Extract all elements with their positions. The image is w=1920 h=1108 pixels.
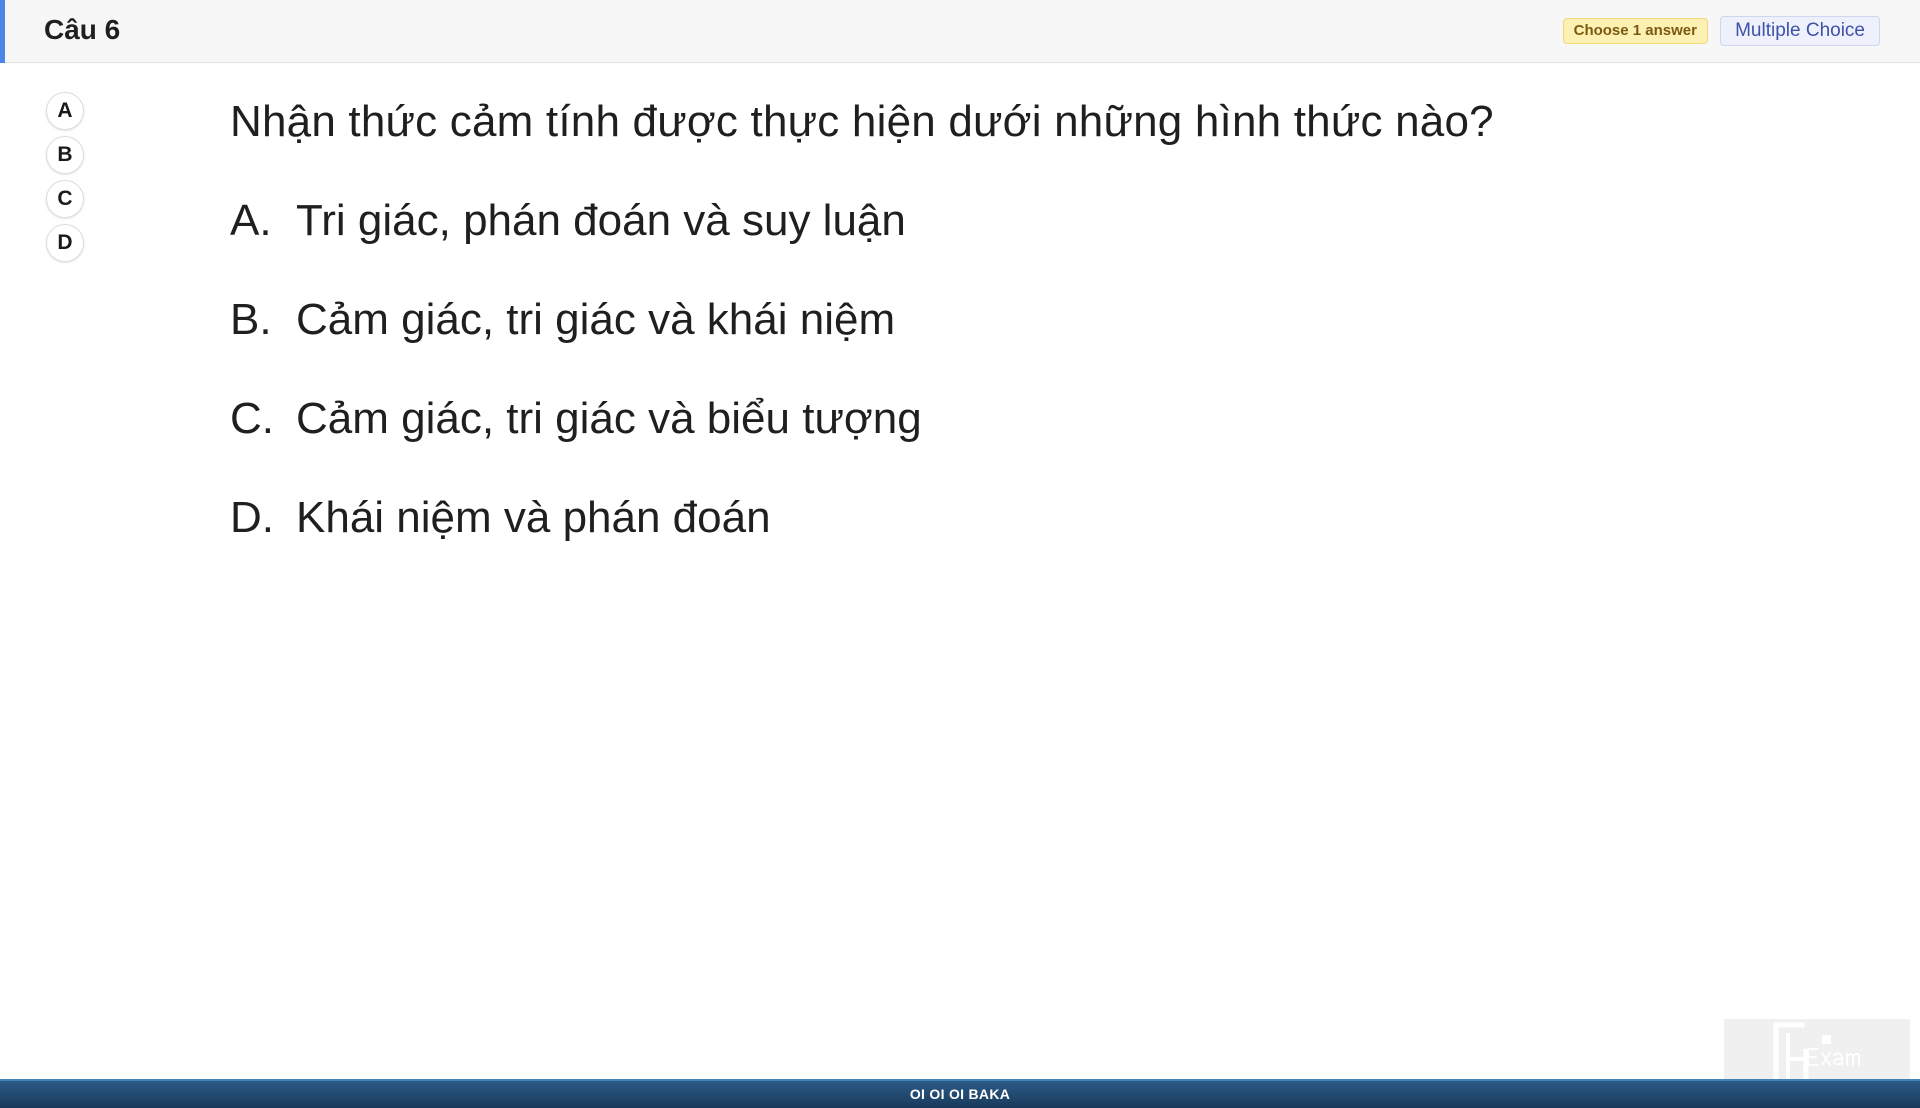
question-image: Nhận thức cảm tính được thực hiện dưới n… xyxy=(230,92,1530,548)
question-type-badge: Multiple Choice xyxy=(1720,16,1880,46)
choice-d-letter: D. xyxy=(230,493,274,542)
exam-page: Câu 6 Choose 1 answer Multiple Choice A … xyxy=(0,0,1920,1108)
answer-selector: A B C D xyxy=(46,92,86,268)
question-number: Câu 6 xyxy=(44,14,121,45)
choice-c-letter: C. xyxy=(230,394,274,443)
footer-bar: OI OI OI BAKA xyxy=(0,1079,1920,1108)
choice-d-text: Khái niệm và phán đoán xyxy=(296,493,771,542)
choice-b-letter: B. xyxy=(230,295,272,344)
answer-option-d[interactable]: D xyxy=(46,224,84,262)
choice-a-letter: A. xyxy=(230,196,272,245)
choice-c-text: Cảm giác, tri giác và biểu tượng xyxy=(296,394,922,443)
choice-d: D. Khái niệm và phán đoán xyxy=(230,488,1530,548)
choose-answer-badge: Choose 1 answer xyxy=(1562,18,1708,44)
question-text: Nhận thức cảm tính được thực hiện dưới n… xyxy=(230,97,1494,146)
question-header: Câu 6 Choose 1 answer Multiple Choice xyxy=(0,0,1920,63)
answer-option-a[interactable]: A xyxy=(46,92,84,130)
footer-text: OI OI OI BAKA xyxy=(909,1086,1011,1102)
answer-option-b[interactable]: B xyxy=(46,136,84,174)
choice-b-text: Cảm giác, tri giác và khái niệm xyxy=(296,295,896,344)
answer-option-c[interactable]: C xyxy=(46,180,84,218)
choices-list: A. Tri giác, phán đoán và suy luận B. Cảm … xyxy=(230,191,1530,548)
choice-a: A. Tri giác, phán đoán và suy luận xyxy=(230,191,1530,251)
choice-c: C. Cảm giác, tri giác và biểu tượng xyxy=(230,389,1530,449)
choice-b: B. Cảm giác, tri giác và khái niệm xyxy=(230,290,1530,350)
header-accent-bar xyxy=(0,0,5,63)
choice-a-text: Tri giác, phán đoán và suy luận xyxy=(296,196,906,245)
